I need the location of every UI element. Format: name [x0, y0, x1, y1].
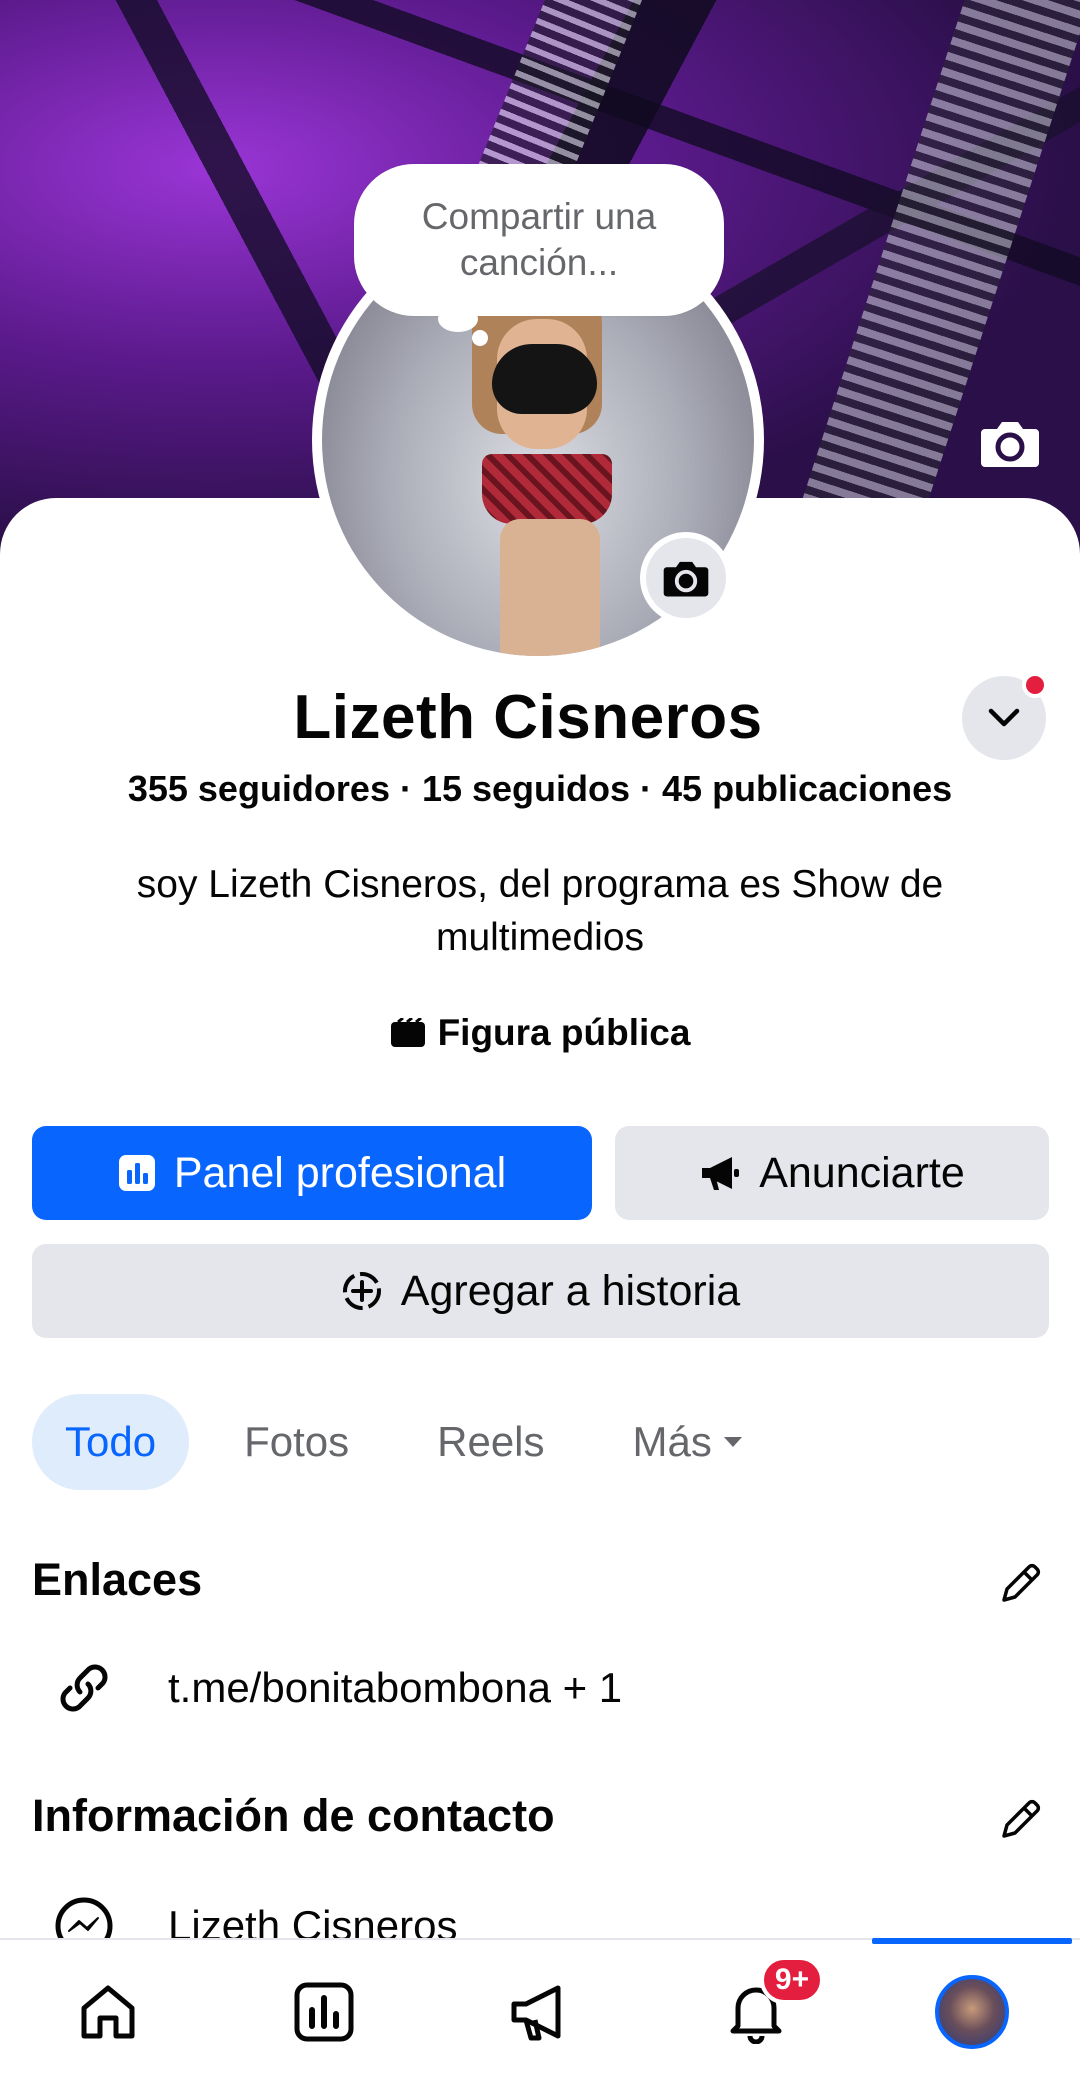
professional-dashboard-label: Panel profesional — [173, 1148, 507, 1197]
profile-name: Lizeth Cisneros — [293, 683, 763, 752]
advertise-button[interactable]: Anunciarte — [615, 1126, 1049, 1220]
nav-active-indicator — [872, 1938, 1072, 1944]
tab-mas[interactable]: Más — [600, 1394, 777, 1490]
tab-fotos[interactable]: Fotos — [211, 1394, 382, 1490]
cover-camera-button[interactable] — [978, 416, 1042, 470]
tab-todo[interactable]: Todo — [32, 1394, 190, 1490]
tab-label: Todo — [65, 1418, 157, 1465]
nav-profile[interactable] — [912, 1952, 1032, 2072]
add-to-story-button[interactable]: Agregar a historia — [32, 1244, 1049, 1338]
category-label: Figura pública — [437, 1012, 691, 1053]
share-song-text: Compartir una canción... — [421, 196, 657, 283]
professional-dashboard-button[interactable]: Panel profesional — [32, 1126, 592, 1220]
camera-icon — [663, 561, 709, 597]
dashboard-icon — [294, 1982, 354, 2042]
advertise-label: Anunciarte — [759, 1148, 965, 1197]
profile-category: Figura pública — [0, 1012, 1080, 1054]
megaphone-icon — [702, 1157, 740, 1190]
profile-bio: soy Lizeth Cisneros, del programa es Sho… — [136, 863, 944, 959]
home-icon — [81, 1985, 135, 2039]
tab-label: Fotos — [244, 1418, 350, 1465]
tab-label: Reels — [437, 1418, 545, 1465]
clapperboard-icon — [390, 1018, 425, 1047]
link-item[interactable]: t.me/bonitabombona + 1 — [52, 1656, 622, 1720]
profile-avatar — [935, 1975, 1009, 2049]
link-icon — [60, 1664, 108, 1712]
notification-badge: 9+ — [760, 1956, 824, 2004]
dashboard-icon — [118, 1155, 155, 1191]
caret-down-icon — [723, 1437, 742, 1447]
megaphone-icon — [511, 1985, 561, 2041]
edit-contact-button[interactable] — [996, 1794, 1046, 1844]
contact-section-title: Información de contacto — [32, 1790, 555, 1841]
bottom-navigation: 9+ — [0, 1938, 1080, 2084]
tab-label: Más — [632, 1418, 712, 1465]
profile-camera-button[interactable] — [640, 532, 732, 624]
notification-dot — [1022, 672, 1048, 698]
chevron-down-icon — [988, 708, 1020, 727]
nav-dashboard[interactable] — [264, 1952, 384, 2072]
pencil-icon — [1002, 1799, 1041, 1838]
bubble-tail — [472, 330, 488, 346]
nav-notifications[interactable]: 9+ — [696, 1952, 824, 2072]
camera-icon — [981, 422, 1039, 467]
edit-links-button[interactable] — [996, 1558, 1046, 1608]
nav-home[interactable] — [48, 1952, 168, 2072]
profile-stats[interactable]: 355 seguidores · 15 seguidos · 45 public… — [0, 768, 1080, 810]
bubble-tail — [438, 306, 478, 332]
pencil-icon — [1002, 1563, 1041, 1602]
nav-ads[interactable] — [480, 1952, 600, 2072]
cover-stage-led — [787, 0, 1080, 560]
add-story-icon — [342, 1272, 381, 1310]
add-to-story-label: Agregar a historia — [400, 1266, 741, 1315]
tab-reels[interactable]: Reels — [404, 1394, 577, 1490]
links-section-title: Enlaces — [32, 1554, 203, 1605]
link-text[interactable]: t.me/bonitabombona + 1 — [168, 1664, 622, 1712]
profile-tabs: Todo Fotos Reels Más — [32, 1394, 799, 1490]
share-song-bubble[interactable]: Compartir una canción... — [354, 164, 724, 316]
